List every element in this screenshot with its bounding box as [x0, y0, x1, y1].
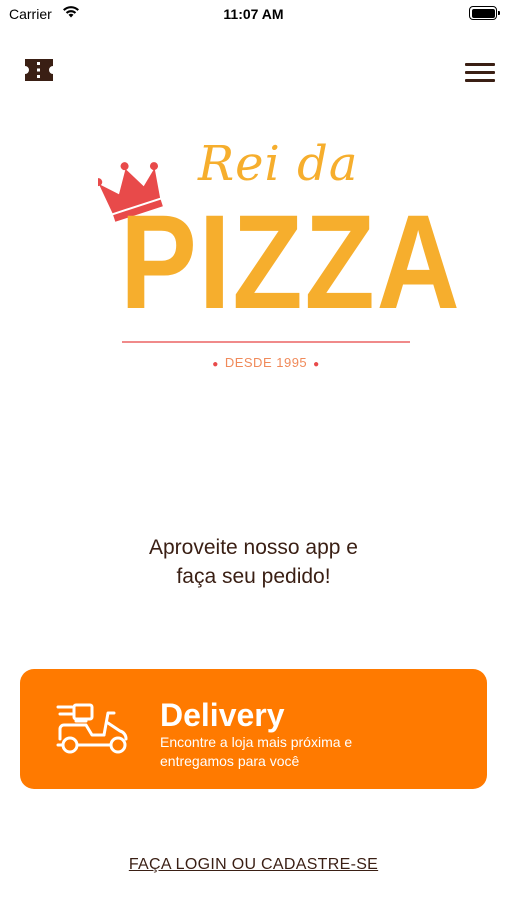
logo-divider: [122, 341, 410, 343]
ticket-button[interactable]: [22, 56, 56, 84]
delivery-description: Encontre a loja mais próxima e entregamo…: [160, 734, 353, 769]
logo-text-pizza: PIZZA: [120, 188, 462, 337]
status-bar: Carrier 11:07 AM: [0, 0, 507, 28]
scooter-icon: [56, 703, 128, 754]
menu-line: [465, 79, 495, 82]
logo-since: ● DESDE 1995 ●: [122, 355, 410, 370]
dot-icon: ●: [212, 359, 219, 370]
tagline-line-2: faça seu pedido!: [176, 565, 331, 588]
ticket-icon: [25, 59, 53, 81]
tagline: Aproveite nosso app e faça seu pedido!: [0, 533, 507, 591]
clock: 11:07 AM: [223, 6, 284, 22]
logo-text-rei-da: Rei da: [198, 136, 359, 192]
tagline-line-1: Aproveite nosso app e: [149, 536, 358, 559]
menu-line: [465, 63, 495, 66]
dot-icon: ●: [313, 359, 320, 370]
delivery-title: Delivery: [160, 697, 285, 733]
menu-line: [465, 71, 495, 74]
battery-icon: [469, 6, 500, 20]
delivery-button[interactable]: Delivery Encontre a loja mais próxima e …: [20, 669, 487, 789]
login-or-signup-link[interactable]: FAÇA LOGIN OU CADASTRE-SE: [0, 856, 507, 874]
logo-since-text: DESDE 1995: [224, 355, 308, 370]
hamburger-menu-button[interactable]: [463, 60, 497, 86]
